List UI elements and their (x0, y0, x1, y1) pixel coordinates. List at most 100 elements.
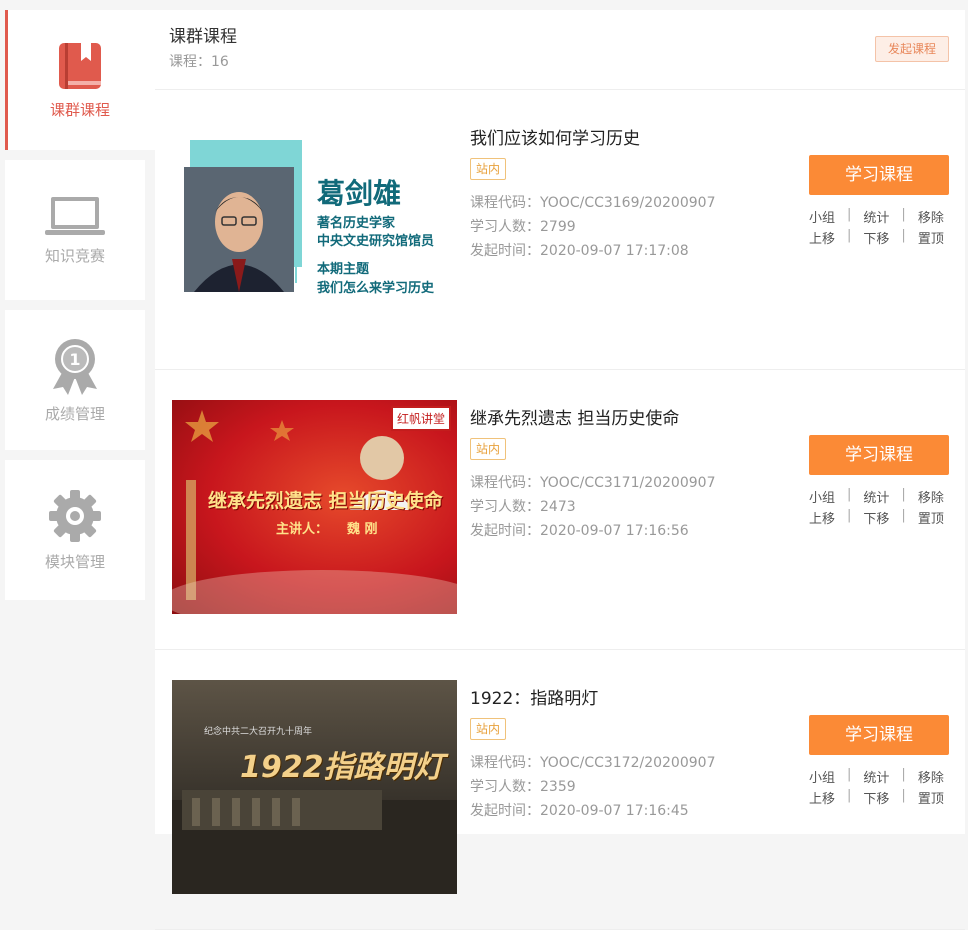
pin-top-link[interactable]: 置顶 (918, 508, 944, 527)
course-count: 课程：16 (169, 51, 229, 71)
course-ops-row: 上移 | 下移 | 置顶 (809, 508, 949, 527)
sidebar-item-course-group[interactable]: 课群课程 (5, 10, 155, 150)
thumb-headline: 1922指路明灯 (240, 750, 444, 785)
pin-top-link[interactable]: 置顶 (918, 788, 944, 807)
course-time: 发起时间：2020-09-07 17:16:56 (470, 520, 689, 540)
move-up-link[interactable]: 上移 (809, 788, 835, 807)
move-up-link[interactable]: 上移 (809, 228, 835, 247)
svg-text:1: 1 (69, 350, 80, 369)
thumb-subtitle: 纪念中共二大召开九十周年 (204, 727, 313, 737)
separator: | (847, 487, 852, 502)
course-code: 课程代码：YOOC/CC3171/20200907 (470, 472, 715, 492)
meta-label: 课程代码： (470, 755, 540, 771)
course-count-label: 课程： (169, 54, 211, 70)
move-down-link[interactable]: 下移 (863, 508, 889, 527)
book-icon (59, 42, 101, 89)
move-up-link[interactable]: 上移 (809, 508, 835, 527)
course-code: 课程代码：YOOC/CC3172/20200907 (470, 752, 715, 772)
study-course-button[interactable]: 学习课程 (809, 155, 949, 195)
meta-label: 发起时间： (470, 243, 540, 259)
course-thumbnail[interactable]: 红帆讲堂 继承先烈遗志 担当历史使命 主讲人： 魏 刚 (172, 400, 457, 614)
course-thumbnail[interactable]: 纪念中共二大召开九十周年 1922指路明灯 (172, 680, 457, 894)
course-title[interactable]: 1922：指路明灯 (470, 684, 598, 709)
move-down-link[interactable]: 下移 (863, 228, 889, 247)
study-course-button[interactable]: 学习课程 (809, 435, 949, 475)
course-code: 课程代码：YOOC/CC3169/20200907 (470, 192, 715, 212)
remove-link[interactable]: 移除 (918, 207, 944, 226)
move-down-link[interactable]: 下移 (863, 788, 889, 807)
course-item: 纪念中共二大召开九十周年 1922指路明灯 1922：指路明灯 站内 课程代码：… (155, 650, 965, 930)
thumb-speaker-name: 魏 刚 (347, 522, 378, 537)
meta-label: 学习人数： (470, 499, 540, 515)
course-title[interactable]: 继承先烈遗志 担当历史使命 (470, 404, 679, 429)
meta-label: 学习人数： (470, 779, 540, 795)
group-link[interactable]: 小组 (809, 207, 835, 226)
separator: | (901, 767, 906, 782)
remove-link[interactable]: 移除 (918, 767, 944, 786)
sidebar-item-grade-management[interactable]: 1 成绩管理 (5, 310, 145, 450)
course-ops-row: 小组 | 统计 | 移除 (809, 487, 949, 506)
divider-bar (295, 165, 297, 283)
course-ops-row: 上移 | 下移 | 置顶 (809, 228, 949, 247)
course-thumbnail[interactable]: 葛剑雄 著名历史学家 中央文史研究馆馆员 本期主题 我们怎么来学习历史 (172, 120, 457, 334)
stats-link[interactable]: 统计 (863, 207, 889, 226)
course-learners: 学习人数：2473 (470, 496, 576, 516)
gear-icon (49, 489, 101, 542)
stats-link[interactable]: 统计 (863, 767, 889, 786)
separator: | (901, 207, 906, 222)
meta-label: 课程代码： (470, 195, 540, 211)
page-header: 课群课程 课程：16 发起课程 (155, 10, 965, 90)
separator: | (901, 487, 906, 502)
medal-icon: 1 (53, 338, 97, 395)
course-ops-row: 小组 | 统计 | 移除 (809, 767, 949, 786)
sidebar: 课群课程 知识竞赛 1 成绩管理 模块管理 (0, 0, 155, 834)
separator: | (847, 508, 852, 523)
internal-tag: 站内 (470, 718, 507, 740)
course-ops-row: 上移 | 下移 | 置顶 (809, 788, 949, 807)
sidebar-item-label: 课群课程 (49, 100, 110, 119)
main-panel: 课群课程 课程：16 发起课程 葛剑雄 著名历史学家 中央文史研究馆馆员 本期主… (155, 10, 965, 930)
lecturer-photo (184, 167, 294, 292)
meta-label: 课程代码： (470, 475, 540, 491)
meta-label: 发起时间： (470, 523, 540, 539)
internal-tag: 站内 (470, 438, 507, 460)
course-time: 发起时间：2020-09-07 17:16:45 (470, 800, 689, 820)
meta-value: YOOC/CC3171/20200907 (540, 475, 716, 491)
course-count-value: 16 (211, 54, 229, 70)
pin-top-link[interactable]: 置顶 (918, 228, 944, 247)
start-course-button[interactable]: 发起课程 (875, 36, 949, 62)
thumb-text-line: 我们怎么来学习历史 (317, 281, 435, 296)
meta-value: 2020-09-07 17:16:45 (540, 803, 689, 819)
sidebar-item-knowledge-contest[interactable]: 知识竞赛 (5, 160, 145, 300)
program-seal: 红帆讲堂 (390, 406, 451, 431)
sidebar-item-module-management[interactable]: 模块管理 (5, 460, 145, 600)
separator: | (847, 228, 852, 243)
separator: | (901, 508, 906, 523)
separator: | (847, 788, 852, 803)
meta-label: 发起时间： (470, 803, 540, 819)
course-item: 葛剑雄 著名历史学家 中央文史研究馆馆员 本期主题 我们怎么来学习历史 我们应该… (155, 90, 965, 370)
sidebar-item-label: 成绩管理 (44, 404, 105, 423)
separator: | (847, 207, 852, 222)
internal-tag: 站内 (470, 158, 507, 180)
course-title[interactable]: 我们应该如何学习历史 (470, 124, 640, 149)
meta-value: 2359 (540, 779, 576, 795)
meta-value: YOOC/CC3172/20200907 (540, 755, 716, 771)
thumb-lecturer-name: 葛剑雄 (317, 177, 402, 210)
group-link[interactable]: 小组 (809, 767, 835, 786)
study-course-button[interactable]: 学习课程 (809, 715, 949, 755)
thumb-text-line: 中央文史研究馆馆员 (317, 234, 435, 249)
remove-link[interactable]: 移除 (918, 487, 944, 506)
separator: | (901, 228, 906, 243)
thumb-text-line: 著名历史学家 (317, 216, 396, 231)
course-time: 发起时间：2020-09-07 17:17:08 (470, 240, 689, 260)
separator: | (901, 788, 906, 803)
meta-value: YOOC/CC3169/20200907 (540, 195, 716, 211)
stats-link[interactable]: 统计 (863, 487, 889, 506)
building-decoration (172, 790, 457, 894)
meta-value: 2020-09-07 17:16:56 (540, 523, 689, 539)
thumb-text-line: 本期主题 (317, 262, 370, 277)
meta-value: 2799 (540, 219, 576, 235)
group-link[interactable]: 小组 (809, 487, 835, 506)
thumb-speaker-label: 主讲人： (276, 522, 329, 537)
